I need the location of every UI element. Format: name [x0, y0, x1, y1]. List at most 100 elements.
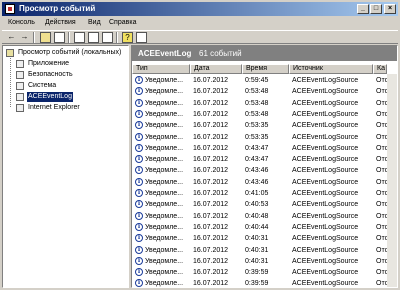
cell-type: Уведомле...	[145, 235, 184, 243]
cell-source: ACEEventLogSource	[292, 269, 359, 277]
cell-type: Уведомле...	[145, 167, 184, 175]
table-row[interactable]: i Уведомле... 16.07.2012 0:40:31 ACEEventLog…	[132, 256, 397, 267]
cell-source: ACEEventLogSource	[292, 77, 359, 84]
show-hide-tree-icon[interactable]	[54, 32, 65, 43]
cell-category: Отс	[376, 223, 387, 231]
cell-source: ACEEventLogSource	[292, 144, 359, 152]
info-icon: i	[135, 256, 143, 265]
table-row[interactable]: i Уведомле... 16.07.2012 0:40:31 ACEEventLog…	[132, 233, 397, 244]
window-title: Просмотр событий	[19, 4, 96, 13]
column-header-category[interactable]: Ка	[373, 64, 387, 74]
table-row[interactable]: i Уведомле... 16.07.2012 0:43:47 ACEEventLog…	[132, 143, 397, 154]
table-row[interactable]: i Уведомле... 16.07.2012 0:43:46 ACEEventLog…	[132, 177, 397, 188]
log-icon	[16, 60, 24, 68]
cell-time: 0:53:48	[245, 88, 269, 96]
cell-type: Уведомле...	[145, 269, 184, 277]
cell-time: 0:40:31	[245, 257, 269, 265]
help-icon[interactable]: ?	[122, 32, 133, 43]
cell-date: 16.07.2012	[193, 201, 229, 209]
minimize-button[interactable]: _	[357, 4, 369, 14]
cell-category: Отс	[376, 235, 387, 243]
cell-time: 0:40:53	[245, 201, 269, 209]
menu-help[interactable]: Справка	[109, 18, 136, 28]
cell-type: Уведомле...	[145, 77, 184, 84]
info-icon: i	[135, 211, 143, 220]
cell-date: 16.07.2012	[193, 190, 229, 197]
menu-view[interactable]: Вид	[88, 18, 101, 28]
table-row[interactable]: i Уведомле... 16.07.2012 0:43:46 ACEEventLog…	[132, 165, 397, 176]
up-icon[interactable]	[40, 32, 51, 43]
cell-source: ACEEventLogSource	[292, 167, 359, 175]
maximize-button[interactable]: □	[370, 4, 382, 14]
info-icon: i	[135, 200, 143, 209]
cell-type: Уведомле...	[145, 178, 184, 186]
column-header-source[interactable]: Источник	[289, 64, 373, 74]
vertical-scrollbar[interactable]	[387, 74, 397, 287]
table-row[interactable]: i Уведомле... 16.07.2012 0:53:35 ACEEventLog…	[132, 132, 397, 143]
cell-type: Уведомле...	[145, 257, 184, 265]
toolbar-separator	[116, 32, 118, 43]
menu-console[interactable]: Консоль	[8, 18, 35, 28]
refresh-icon[interactable]	[88, 32, 99, 43]
cell-source: ACEEventLogSource	[292, 246, 359, 254]
column-header-type[interactable]: Тип	[132, 64, 190, 74]
cell-date: 16.07.2012	[193, 156, 229, 164]
info-icon: i	[135, 76, 143, 84]
cell-time: 0:40:31	[245, 246, 269, 254]
table-row[interactable]: i Уведомле... 16.07.2012 0:41:05 ACEEventLog…	[132, 188, 397, 199]
cell-source: ACEEventLogSource	[292, 235, 359, 243]
cell-type: Уведомле...	[145, 246, 184, 254]
info-icon: i	[135, 87, 143, 96]
cell-time: 0:40:44	[245, 223, 269, 231]
info-icon: i	[135, 166, 143, 175]
column-header-date[interactable]: Дата	[190, 64, 242, 74]
table-row[interactable]: i Уведомле... 16.07.2012 0:40:53 ACEEventLog…	[132, 199, 397, 210]
console-icon[interactable]	[136, 32, 147, 43]
cell-source: ACEEventLogSource	[292, 190, 359, 197]
toolbar: ← → ?	[2, 30, 398, 44]
cell-source: ACEEventLogSource	[292, 122, 359, 130]
table-row[interactable]: i Уведомле... 16.07.2012 0:39:59 ACEEventLog…	[132, 267, 397, 278]
cell-category: Отс	[376, 122, 387, 130]
cell-date: 16.07.2012	[193, 246, 229, 254]
table-row[interactable]: i Уведомле... 16.07.2012 0:39:59 ACEEventLog…	[132, 278, 397, 288]
cell-type: Уведомле...	[145, 144, 184, 152]
cell-source: ACEEventLogSource	[292, 110, 359, 118]
table-row[interactable]: i Уведомле... 16.07.2012 0:53:35 ACEEventLog…	[132, 120, 397, 131]
table-row[interactable]: i Уведомле... 16.07.2012 0:40:31 ACEEventLog…	[132, 245, 397, 256]
table-row[interactable]: i Уведомле... 16.07.2012 0:40:44 ACEEventLog…	[132, 222, 397, 233]
table-row[interactable]: i Уведомле... 16.07.2012 0:43:47 ACEEventLog…	[132, 154, 397, 165]
cell-category: Отс	[376, 156, 387, 164]
export-icon[interactable]	[102, 32, 113, 43]
table-row[interactable]: i Уведомле... 16.07.2012 0:59:45 ACEEventLog…	[132, 75, 397, 86]
close-button[interactable]: ×	[384, 4, 396, 14]
cell-date: 16.07.2012	[193, 144, 229, 152]
cell-date: 16.07.2012	[193, 167, 229, 175]
cell-category: Отс	[376, 77, 387, 84]
cell-type: Уведомле...	[145, 280, 184, 288]
table-row[interactable]: i Уведомле... 16.07.2012 0:53:48 ACEEventLog…	[132, 98, 397, 109]
cell-category: Отс	[376, 280, 387, 288]
cell-type: Уведомле...	[145, 190, 184, 197]
forward-icon[interactable]: →	[19, 32, 30, 43]
info-icon: i	[135, 109, 143, 118]
back-icon[interactable]: ←	[6, 32, 17, 43]
cell-source: ACEEventLogSource	[292, 223, 359, 231]
cell-source: ACEEventLogSource	[292, 201, 359, 209]
cell-time: 0:41:05	[245, 190, 269, 197]
cell-time: 0:39:59	[245, 280, 269, 288]
cell-date: 16.07.2012	[193, 88, 229, 96]
menu-actions[interactable]: Действия	[45, 18, 76, 28]
cell-type: Уведомле...	[145, 133, 184, 141]
column-header-time[interactable]: Время	[242, 64, 289, 74]
info-icon: i	[135, 143, 143, 152]
properties-icon[interactable]	[74, 32, 85, 43]
cell-source: ACEEventLogSource	[292, 133, 359, 141]
cell-category: Отс	[376, 167, 387, 175]
cell-date: 16.07.2012	[193, 235, 229, 243]
table-row[interactable]: i Уведомле... 16.07.2012 0:53:48 ACEEventLog…	[132, 86, 397, 97]
table-row[interactable]: i Уведомле... 16.07.2012 0:40:48 ACEEventLog…	[132, 211, 397, 222]
navigation-tree: Просмотр событий (локальных) Приложение …	[2, 45, 129, 288]
table-row[interactable]: i Уведомле... 16.07.2012 0:53:48 ACEEventLog…	[132, 109, 397, 120]
cell-time: 0:43:46	[245, 178, 269, 186]
